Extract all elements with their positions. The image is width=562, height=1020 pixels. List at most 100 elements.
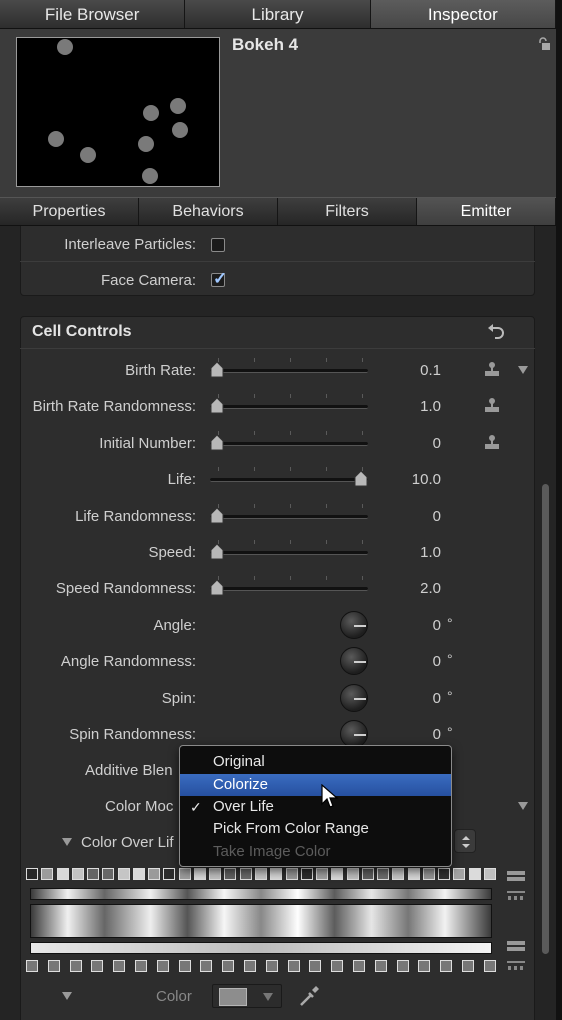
opacity-tag[interactable] <box>148 868 161 880</box>
color-tag[interactable] <box>396 960 409 972</box>
gradient-edit-icon[interactable] <box>506 888 526 904</box>
opacity-gradient-bar[interactable] <box>30 888 492 900</box>
menu-item-colorize[interactable]: Colorize <box>180 774 451 796</box>
eyedropper-icon[interactable] <box>298 984 320 1008</box>
tab-emitter[interactable]: Emitter <box>417 198 556 225</box>
opacity-tag[interactable] <box>102 868 115 880</box>
color-tag[interactable] <box>374 960 387 972</box>
param-value[interactable]: 0 <box>381 726 441 743</box>
color-tag[interactable] <box>47 960 60 972</box>
rig-icon[interactable] <box>484 434 500 450</box>
opacity-tag[interactable] <box>331 868 344 880</box>
opacity-tag[interactable] <box>300 868 313 880</box>
opacity-tag[interactable] <box>71 868 84 880</box>
param-value[interactable]: 1.0 <box>381 544 441 561</box>
opacity-tag[interactable] <box>438 868 451 880</box>
color-tags[interactable] <box>26 960 496 974</box>
tab-properties[interactable]: Properties <box>0 198 139 225</box>
reset-icon[interactable] <box>486 323 506 341</box>
opacity-tags[interactable] <box>26 868 496 882</box>
interleave-checkbox[interactable] <box>211 238 225 252</box>
opacity-tag[interactable] <box>254 868 267 880</box>
color-gradient-bar[interactable] <box>30 942 492 954</box>
color-well[interactable] <box>212 984 282 1008</box>
tab-filters[interactable]: Filters <box>278 198 417 225</box>
opacity-tag[interactable] <box>285 868 298 880</box>
menu-item-original[interactable]: Original <box>180 751 451 773</box>
color-tag[interactable] <box>113 960 126 972</box>
disclosure-triangle-icon[interactable] <box>62 838 72 846</box>
param-slider[interactable] <box>210 502 368 524</box>
color-mode-menu-arrow-icon[interactable] <box>518 802 528 810</box>
opacity-tag[interactable] <box>316 868 329 880</box>
slider-thumb[interactable] <box>210 362 224 378</box>
param-slider[interactable] <box>210 429 368 451</box>
tab-behaviors[interactable]: Behaviors <box>139 198 278 225</box>
param-value[interactable]: 0 <box>381 653 441 670</box>
param-value[interactable]: 10.0 <box>381 471 441 488</box>
color-tag[interactable] <box>483 960 496 972</box>
slider-thumb[interactable] <box>354 471 368 487</box>
color-tag[interactable] <box>69 960 82 972</box>
gradient-edit-icon[interactable] <box>506 958 526 974</box>
rig-icon[interactable] <box>484 361 500 377</box>
opacity-tag[interactable] <box>87 868 100 880</box>
color-tag[interactable] <box>352 960 365 972</box>
opacity-tag[interactable] <box>209 868 222 880</box>
param-value[interactable]: 0 <box>381 690 441 707</box>
opacity-tag[interactable] <box>26 868 38 880</box>
opacity-tag[interactable] <box>56 868 69 880</box>
gradient-preset-icon[interactable] <box>506 940 526 956</box>
param-value[interactable]: 0 <box>381 508 441 525</box>
slider-thumb[interactable] <box>210 508 224 524</box>
face-camera-checkbox[interactable]: ✓ <box>211 269 227 288</box>
param-dial[interactable] <box>340 720 368 748</box>
opacity-tag[interactable] <box>453 868 466 880</box>
opacity-tag[interactable] <box>407 868 420 880</box>
color-tag[interactable] <box>200 960 213 972</box>
color-tag[interactable] <box>26 960 38 972</box>
tab-inspector[interactable]: Inspector <box>370 0 556 28</box>
param-slider[interactable] <box>210 356 368 378</box>
opacity-tag[interactable] <box>483 868 496 880</box>
color-tag[interactable] <box>156 960 169 972</box>
color-tag[interactable] <box>134 960 147 972</box>
color-disclosure-icon[interactable] <box>62 992 72 1000</box>
param-slider[interactable] <box>210 465 368 487</box>
birth-rate-menu-arrow-icon[interactable] <box>518 366 528 374</box>
color-tag[interactable] <box>309 960 322 972</box>
param-slider[interactable] <box>210 392 368 414</box>
param-value[interactable]: 2.0 <box>381 580 441 597</box>
color-tag[interactable] <box>222 960 235 972</box>
opacity-tag[interactable] <box>239 868 252 880</box>
param-slider[interactable] <box>210 574 368 596</box>
color-tag[interactable] <box>91 960 104 972</box>
opacity-tag[interactable] <box>468 868 481 880</box>
stepper-icon[interactable] <box>454 829 476 853</box>
opacity-tag[interactable] <box>392 868 405 880</box>
slider-thumb[interactable] <box>210 435 224 451</box>
color-tag[interactable] <box>461 960 474 972</box>
param-dial[interactable] <box>340 647 368 675</box>
menu-item-over-life[interactable]: ✓ Over Life <box>180 796 451 818</box>
opacity-tag[interactable] <box>270 868 283 880</box>
opacity-tag[interactable] <box>117 868 130 880</box>
color-tag[interactable] <box>440 960 453 972</box>
param-value[interactable]: 0 <box>381 435 441 452</box>
color-tag[interactable] <box>265 960 278 972</box>
param-dial[interactable] <box>340 684 368 712</box>
scrollbar-thumb[interactable] <box>542 484 549 954</box>
opacity-tag[interactable] <box>178 868 191 880</box>
opacity-tag[interactable] <box>377 868 390 880</box>
slider-thumb[interactable] <box>210 544 224 560</box>
opacity-tag[interactable] <box>422 868 435 880</box>
tab-file-browser[interactable]: File Browser <box>0 0 186 28</box>
param-value[interactable]: 0 <box>381 617 441 634</box>
param-value[interactable]: 0.1 <box>381 362 441 379</box>
menu-item-pick-from-color-range[interactable]: Pick From Color Range <box>180 818 451 840</box>
opacity-tag[interactable] <box>224 868 237 880</box>
opacity-tag[interactable] <box>193 868 206 880</box>
color-tag[interactable] <box>287 960 300 972</box>
gradient-preset-icon[interactable] <box>506 870 526 886</box>
color-tag[interactable] <box>418 960 431 972</box>
